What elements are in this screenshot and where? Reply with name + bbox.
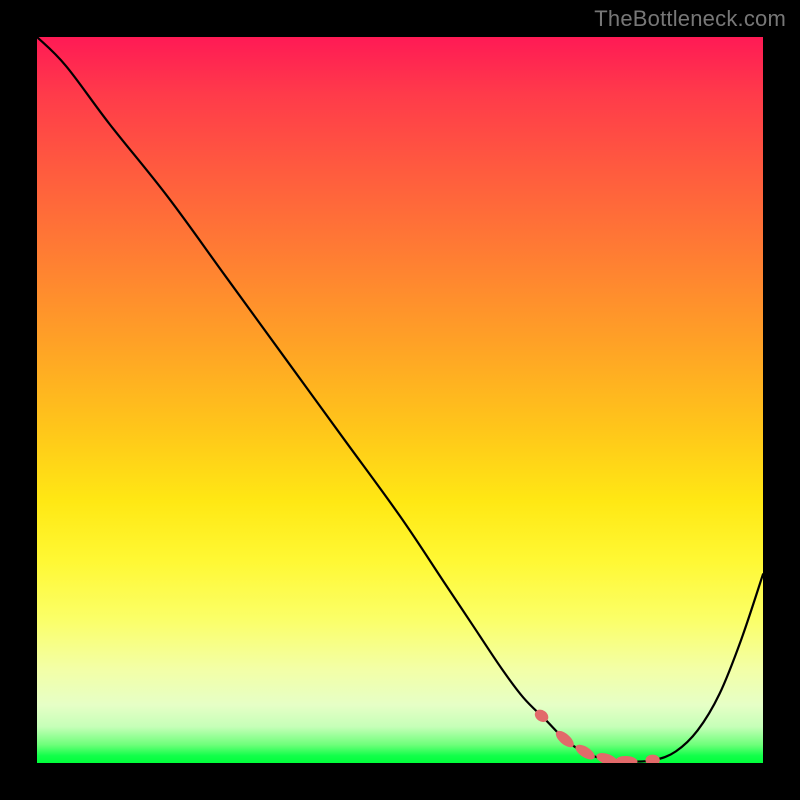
watermark-label: TheBottleneck.com — [594, 6, 786, 32]
heat-gradient-background — [37, 37, 763, 763]
plot-area — [37, 37, 763, 763]
chart-frame: TheBottleneck.com — [0, 0, 800, 800]
